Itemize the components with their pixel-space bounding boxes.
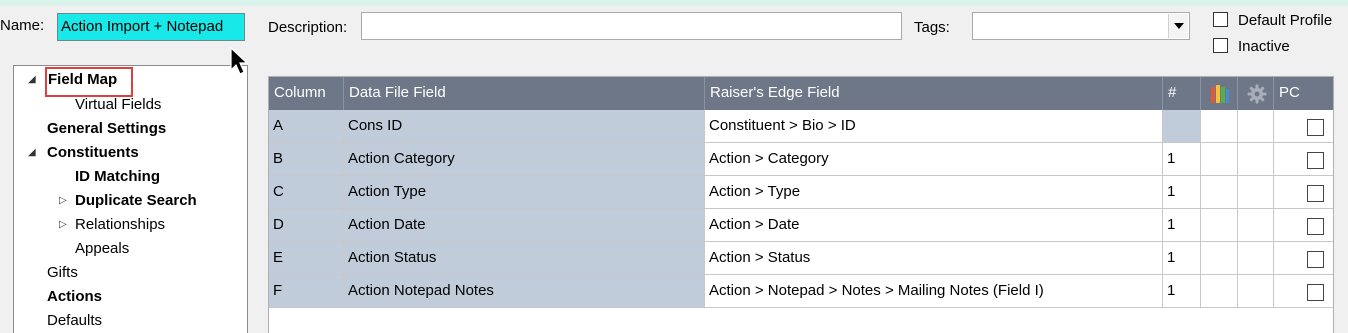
cell-count[interactable]: 1 — [1163, 275, 1201, 308]
cell-raisers-edge-field[interactable]: Action > Date — [705, 209, 1163, 242]
cell-column[interactable]: F — [269, 275, 344, 308]
cell-gear[interactable] — [1238, 143, 1274, 176]
inactive-checkbox[interactable] — [1213, 38, 1228, 53]
tree-item-defaults[interactable]: Defaults — [47, 312, 102, 329]
column-header-data-file-field[interactable]: Data File Field — [344, 77, 705, 110]
cell-count[interactable]: 1 — [1163, 209, 1201, 242]
cell-gear[interactable] — [1238, 242, 1274, 275]
cell-data-file-field[interactable]: Action Notepad Notes — [344, 275, 705, 308]
tags-label: Tags: — [914, 19, 950, 36]
pc-checkbox[interactable] — [1307, 251, 1324, 268]
cell-books[interactable] — [1201, 275, 1238, 308]
cell-gear[interactable] — [1238, 209, 1274, 242]
cell-column[interactable]: D — [269, 209, 344, 242]
mouse-cursor-icon — [230, 46, 249, 75]
default-profile-checkbox[interactable] — [1213, 12, 1228, 27]
default-profile-label: Default Profile — [1238, 12, 1333, 29]
cell-count[interactable]: 1 — [1163, 143, 1201, 176]
name-input[interactable]: Action Import + Notepad — [57, 13, 245, 41]
cell-gear[interactable] — [1238, 110, 1274, 143]
cell-books[interactable] — [1201, 242, 1238, 275]
cell-pc — [1274, 209, 1333, 242]
cell-books[interactable] — [1201, 209, 1238, 242]
tree-item-actions[interactable]: Actions — [47, 288, 102, 305]
grid-header: Column Data File Field Raiser's Edge Fie… — [269, 77, 1333, 110]
cell-raisers-edge-field[interactable]: Constituent > Bio > ID — [705, 110, 1163, 143]
cell-count[interactable] — [1163, 110, 1201, 143]
collapse-caret-icon[interactable]: ◢ — [28, 74, 36, 85]
settings-tree[interactable]: ◢ Field Map Virtual Fields General Setti… — [13, 65, 248, 333]
gear-icon — [1247, 84, 1267, 104]
cell-raisers-edge-field[interactable]: Action > Type — [705, 176, 1163, 209]
cell-count[interactable]: 1 — [1163, 176, 1201, 209]
pc-checkbox[interactable] — [1307, 218, 1324, 235]
cell-data-file-field[interactable]: Cons ID — [344, 110, 705, 143]
cell-data-file-field[interactable]: Action Date — [344, 209, 705, 242]
column-header-raisers-edge-field[interactable]: Raiser's Edge Field — [705, 77, 1163, 110]
cell-pc — [1274, 143, 1333, 176]
table-row[interactable]: E Action Status Action > Status 1 — [269, 242, 1333, 275]
tree-item-field-map[interactable]: Field Map — [48, 71, 117, 88]
column-header-column[interactable]: Column — [269, 77, 344, 110]
tree-item-virtual-fields[interactable]: Virtual Fields — [75, 96, 161, 113]
cell-raisers-edge-field[interactable]: Action > Category — [705, 143, 1163, 176]
column-header-books[interactable] — [1201, 77, 1238, 110]
cell-data-file-field[interactable]: Action Type — [344, 176, 705, 209]
expand-caret-icon[interactable]: ▷ — [59, 219, 67, 230]
table-row[interactable]: D Action Date Action > Date 1 — [269, 209, 1333, 242]
tree-item-id-matching[interactable]: ID Matching — [75, 168, 160, 185]
cell-books[interactable] — [1201, 176, 1238, 209]
tags-dropdown-button[interactable] — [1168, 14, 1188, 38]
collapse-caret-icon[interactable]: ◢ — [28, 147, 36, 158]
column-header-pc[interactable]: PC — [1274, 77, 1333, 110]
table-row[interactable]: F Action Notepad Notes Action > Notepad … — [269, 275, 1333, 308]
cell-gear[interactable] — [1238, 275, 1274, 308]
column-header-count[interactable]: # — [1163, 77, 1201, 110]
pc-checkbox[interactable] — [1307, 185, 1324, 202]
cell-pc — [1274, 242, 1333, 275]
cell-raisers-edge-field[interactable]: Action > Status — [705, 242, 1163, 275]
description-label: Description: — [268, 19, 348, 36]
tree-item-relationships[interactable]: Relationships — [75, 216, 165, 233]
chevron-down-icon — [1173, 23, 1184, 29]
tags-dropdown[interactable] — [972, 12, 1190, 40]
description-input[interactable] — [361, 12, 902, 40]
tree-item-gifts[interactable]: Gifts — [47, 264, 78, 281]
expand-caret-icon[interactable]: ▷ — [59, 195, 67, 206]
cell-pc — [1274, 110, 1333, 143]
cell-raisers-edge-field[interactable]: Action > Notepad > Notes > Mailing Notes… — [705, 275, 1163, 308]
tree-item-general-settings[interactable]: General Settings — [47, 120, 166, 137]
cell-pc — [1274, 275, 1333, 308]
cell-column[interactable]: B — [269, 143, 344, 176]
cell-books[interactable] — [1201, 110, 1238, 143]
cell-column[interactable]: E — [269, 242, 344, 275]
tree-item-appeals[interactable]: Appeals — [75, 240, 129, 257]
cell-books[interactable] — [1201, 143, 1238, 176]
cell-count[interactable]: 1 — [1163, 242, 1201, 275]
table-row[interactable]: C Action Type Action > Type 1 — [269, 176, 1333, 209]
books-icon — [1211, 85, 1229, 103]
inactive-label: Inactive — [1238, 38, 1290, 55]
cell-column[interactable]: A — [269, 110, 344, 143]
cell-pc — [1274, 176, 1333, 209]
pc-checkbox[interactable] — [1307, 284, 1324, 301]
cell-gear[interactable] — [1238, 176, 1274, 209]
tree-item-duplicate-search[interactable]: Duplicate Search — [75, 192, 197, 209]
pc-checkbox[interactable] — [1307, 119, 1324, 136]
tree-item-constituents[interactable]: Constituents — [47, 144, 139, 161]
name-label: Name: — [0, 17, 45, 34]
column-header-gear[interactable] — [1238, 77, 1274, 110]
field-map-grid[interactable]: Column Data File Field Raiser's Edge Fie… — [268, 76, 1334, 333]
cell-column[interactable]: C — [269, 176, 344, 209]
title-strip — [0, 0, 1348, 6]
cell-data-file-field[interactable]: Action Status — [344, 242, 705, 275]
pc-checkbox[interactable] — [1307, 152, 1324, 169]
table-row[interactable]: A Cons ID Constituent > Bio > ID — [269, 110, 1333, 143]
cell-data-file-field[interactable]: Action Category — [344, 143, 705, 176]
table-row[interactable]: B Action Category Action > Category 1 — [269, 143, 1333, 176]
